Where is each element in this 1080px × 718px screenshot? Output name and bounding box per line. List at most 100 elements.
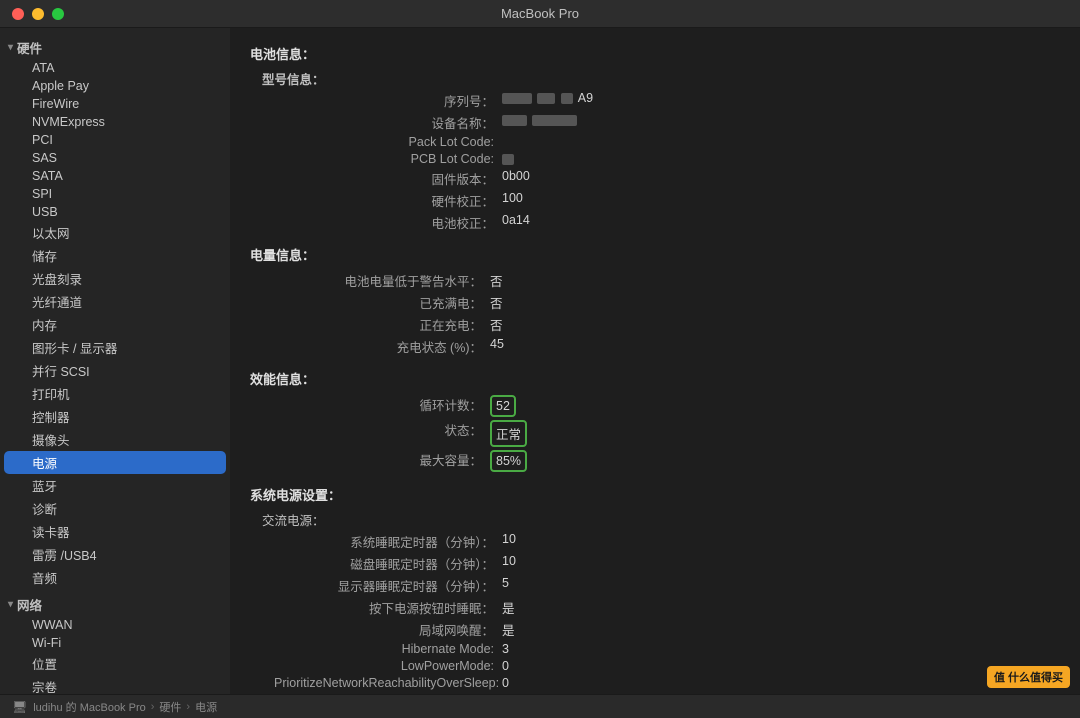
statusbar: 🖥 ludihu 的 MacBook Pro › 硬件 › 电源 — [0, 694, 1080, 718]
ac-power-btn-sleep-label: 按下电源按钮时睡眠： — [274, 597, 494, 618]
watermark: 值 什么值得买 — [987, 666, 1070, 688]
sidebar-item-printer[interactable]: 打印机 — [4, 382, 226, 405]
fully-charged-label: 已充满电： — [262, 292, 482, 313]
breadcrumb-sep1: › — [151, 701, 155, 713]
minimize-button[interactable] — [32, 8, 44, 20]
network-arrow-icon: ▾ — [8, 599, 13, 610]
battery-rev-label: 电池校正： — [274, 212, 494, 233]
ac-power-title: 交流电源： — [262, 514, 325, 528]
sidebar-hardware-label: 硬件 — [17, 38, 42, 57]
pack-lot-value — [502, 134, 1060, 150]
sidebar-item-bluetooth[interactable]: 蓝牙 — [4, 474, 226, 497]
sidebar-item-firewire[interactable]: FireWire — [4, 95, 226, 113]
sidebar: ▾ 硬件 ATA Apple Pay FireWire NVMExpress P… — [0, 28, 230, 694]
hardware-rev-label: 硬件校正： — [274, 190, 494, 211]
cycle-count-highlight: 52 — [490, 395, 516, 417]
sidebar-item-ethernet[interactable]: 以太网 — [4, 221, 226, 244]
sidebar-item-memory[interactable]: 内存 — [4, 313, 226, 336]
condition-label: 状态： — [262, 419, 482, 448]
fully-charged-value: 否 — [490, 292, 1060, 313]
performance-info-title: 效能信息： — [250, 369, 1060, 388]
ac-disk-sleep-label: 磁盘睡眠定时器（分钟）： — [274, 553, 494, 574]
sidebar-item-graphics[interactable]: 图形卡 / 显示器 — [4, 336, 226, 359]
content-area: 电池信息： 型号信息： 序列号： A9 设备名称： Pack Lot Code:… — [230, 28, 1080, 694]
statusbar-path2: 硬件 — [159, 699, 181, 715]
ac-wake-lan-value: 是 — [502, 619, 1060, 640]
max-capacity-value: 85% — [490, 449, 1060, 473]
firmware-value: 0b00 — [502, 168, 1060, 189]
maximize-button[interactable] — [52, 8, 64, 20]
sidebar-item-storage[interactable]: 储存 — [4, 244, 226, 267]
sidebar-section-network[interactable]: ▾ 网络 — [0, 593, 230, 616]
pack-lot-label: Pack Lot Code: — [274, 134, 494, 150]
ac-power-btn-sleep-value: 是 — [502, 597, 1060, 618]
sidebar-item-optical[interactable]: 光盘刻录 — [4, 267, 226, 290]
condition-value: 正常 — [490, 419, 1060, 448]
pcb-lot-value — [502, 151, 1060, 167]
sidebar-item-spi[interactable]: SPI — [4, 185, 226, 203]
sidebar-item-wifi[interactable]: Wi-Fi — [4, 634, 226, 652]
window-title: MacBook Pro — [501, 6, 579, 21]
sidebar-item-wwan[interactable]: WWAN — [4, 616, 226, 634]
serial-value: A9 — [502, 90, 1060, 111]
ac-lowpower-value: 0 — [502, 658, 1060, 674]
charge-info-grid: 电池电量低于警告水平： 否 已充满电： 否 正在充电： 否 充电状态 (%)： … — [262, 270, 1060, 357]
condition-highlight: 正常 — [490, 420, 527, 447]
main-area: ▾ 硬件 ATA Apple Pay FireWire NVMExpress P… — [0, 28, 1080, 694]
ac-display-sleep-label: 显示器睡眠定时器（分钟）： — [274, 575, 494, 596]
sidebar-network-label: 网络 — [17, 595, 42, 614]
sidebar-item[interactable]: ATA — [4, 59, 226, 77]
power-settings-title: 系统电源设置： — [250, 485, 1060, 504]
low-warning-label: 电池电量低于警告水平： — [262, 270, 482, 291]
cycle-count-label: 循环计数： — [262, 394, 482, 418]
battery-info-grid: 序列号： A9 设备名称： Pack Lot Code: PCB Lot Cod… — [274, 90, 1060, 233]
sidebar-item-thunderbolt[interactable]: 雷雳 /USB4 — [4, 543, 226, 566]
charge-state-label: 充电状态 (%)： — [262, 336, 482, 357]
device-name-value — [502, 112, 1060, 133]
sidebar-item-power[interactable]: 电源 — [4, 451, 226, 474]
sidebar-item-sas[interactable]: SAS — [4, 149, 226, 167]
sidebar-item-controller[interactable]: 控制器 — [4, 405, 226, 428]
battery-rev-value: 0a14 — [502, 212, 1060, 233]
pcb-lot-label: PCB Lot Code: — [274, 151, 494, 167]
charging-label: 正在充电： — [262, 314, 482, 335]
sidebar-item-scsi[interactable]: 并行 SCSI — [4, 359, 226, 382]
sidebar-item-sata[interactable]: SATA — [4, 167, 226, 185]
close-button[interactable] — [12, 8, 24, 20]
sidebar-item-pci[interactable]: PCI — [4, 131, 226, 149]
ac-prioritize-label: PrioritizeNetworkReachabilityOverSleep: — [274, 675, 494, 691]
ac-hibernate-value: 3 — [502, 641, 1060, 657]
ac-lowpower-label: LowPowerMode: — [274, 658, 494, 674]
sidebar-section-hardware[interactable]: ▾ 硬件 — [0, 36, 230, 59]
charge-state-value: 45 — [490, 336, 1060, 357]
sidebar-item-usb[interactable]: USB — [4, 203, 226, 221]
sidebar-item-diagnostics[interactable]: 诊断 — [4, 497, 226, 520]
charging-value: 否 — [490, 314, 1060, 335]
computer-icon: 🖥 — [12, 700, 27, 714]
ac-sys-sleep-label: 系统睡眠定时器（分钟）： — [274, 531, 494, 552]
firmware-label: 固件版本： — [274, 168, 494, 189]
sidebar-item-location[interactable]: 位置 — [4, 652, 226, 675]
sidebar-item-applepay[interactable]: Apple Pay — [4, 77, 226, 95]
sidebar-item-nvmexpress[interactable]: NVMExpress — [4, 113, 226, 131]
low-warning-value: 否 — [490, 270, 1060, 291]
ac-disk-sleep-value: 10 — [502, 553, 1060, 574]
sidebar-item-fiber[interactable]: 光纤通道 — [4, 290, 226, 313]
hardware-rev-value: 100 — [502, 190, 1060, 211]
battery-info-title: 电池信息： — [250, 44, 1060, 63]
ac-power-grid: 系统睡眠定时器（分钟）： 10 磁盘睡眠定时器（分钟）： 10 显示器睡眠定时器… — [274, 531, 1060, 691]
breadcrumb-sep2: › — [186, 701, 190, 713]
max-capacity-highlight: 85% — [490, 450, 527, 472]
sidebar-item-camera[interactable]: 摄像头 — [4, 428, 226, 451]
hardware-arrow-icon: ▾ — [8, 42, 13, 53]
sidebar-item-volume[interactable]: 宗卷 — [4, 675, 226, 694]
statusbar-path1: ludihu 的 MacBook Pro — [33, 699, 146, 715]
ac-wake-lan-label: 局域网唤醒： — [274, 619, 494, 640]
ac-prioritize-value: 0 — [502, 675, 1060, 691]
serial-label: 序列号： — [274, 90, 494, 111]
device-name-label: 设备名称： — [274, 112, 494, 133]
sidebar-item-cardreader[interactable]: 读卡器 — [4, 520, 226, 543]
statusbar-path3: 电源 — [195, 699, 217, 715]
sidebar-item-audio[interactable]: 音频 — [4, 566, 226, 589]
max-capacity-label: 最大容量： — [262, 449, 482, 473]
